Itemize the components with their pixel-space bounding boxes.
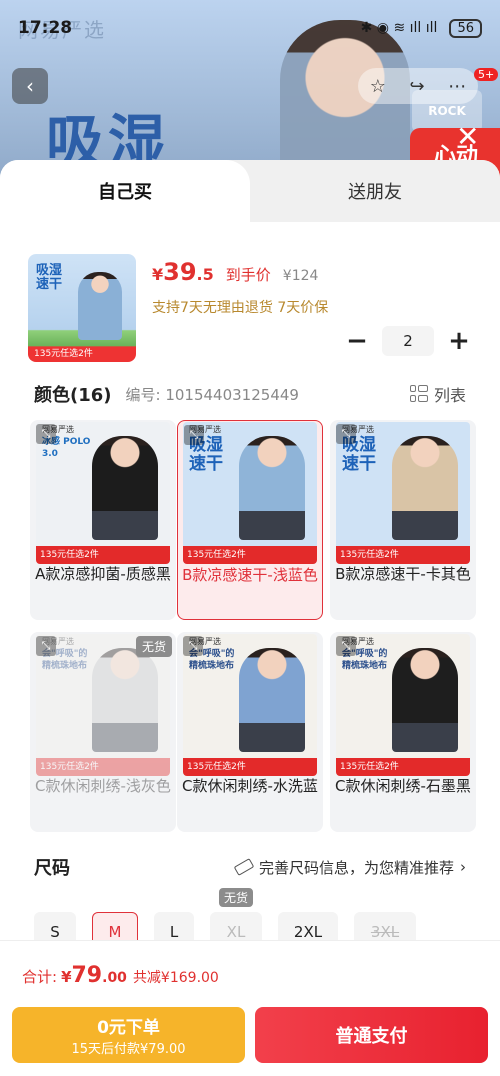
variant-promo-ribbon: 135元任选2件 (183, 546, 317, 564)
color-variant-grid: 网易严选 冰感 POLO 3.0 135元任选2件 ⤡ A款凉感抑菌-质感黑 网易严选 吸湿… (0, 416, 500, 834)
variant-model (92, 436, 158, 540)
minus-button[interactable]: − (342, 326, 372, 356)
size-header: 尺码 完善尺码信息，为您精准推荐 › (0, 842, 500, 892)
star-icon[interactable]: ☆ (370, 76, 386, 97)
total-discount: 共减¥169.00 (132, 970, 219, 986)
normal-pay-button[interactable]: 普通支付 (255, 1007, 488, 1063)
total-row: 合计: ¥79.00 共减¥169.00 (0, 941, 500, 1001)
variant-image: 网易严选 会"呼吸"的 精梳珠地布 135元任选2件 (183, 634, 317, 776)
variant-model (392, 648, 458, 752)
expand-icon[interactable]: ⤡ (184, 425, 204, 445)
size-recommend-link[interactable]: 完善尺码信息，为您精准推荐 › (233, 857, 466, 878)
variant-promo-ribbon: 135元任选2件 (336, 546, 470, 564)
variant-promo-ribbon: 135元任选2件 (36, 758, 170, 776)
color-variant-card[interactable]: 网易严选 吸湿 速干 135元任选2件 ⤡ B款凉感速干-浅蓝色 (177, 420, 323, 620)
size-option-label: M (108, 923, 122, 941)
variant-model (392, 436, 458, 540)
final-price-label: 到手价 (225, 266, 271, 284)
list-view-toggle[interactable]: 列表 (409, 382, 466, 406)
variant-promo-ribbon: 135元任选2件 (336, 758, 470, 776)
tab-gift-friend[interactable]: 送朋友 (250, 160, 500, 222)
product-summary: 吸湿速干 135元任选2件 ¥39.5 到手价 ¥124 支持7天无理由退货 7… (0, 222, 500, 372)
quantity-field[interactable]: 2 (382, 326, 434, 356)
expand-icon[interactable]: ⤡ (336, 636, 356, 656)
final-price: ¥39.5 (152, 258, 214, 286)
tab-buy-for-self[interactable]: 自己买 (0, 160, 250, 222)
variant-label: B款凉感速干-浅蓝色 (182, 566, 318, 584)
variant-model (92, 648, 158, 752)
variant-label: C款休闲刺绣-水洗蓝 (182, 777, 318, 795)
original-price: ¥124 (282, 268, 319, 284)
expand-icon[interactable]: ⤡ (36, 424, 56, 444)
thumbnail-text: 吸湿速干 (36, 263, 63, 292)
variant-model (239, 648, 305, 752)
status-bar: 17:28 ✱ ◉ ≋ ıll ıll 56 (0, 0, 500, 56)
total-price: ¥79.00 (61, 963, 127, 988)
variant-image: 网易严选 会"呼吸"的 精梳珠地布 135元任选2件 (336, 634, 470, 776)
size-option-label: 3XL (370, 923, 400, 941)
color-variant-card[interactable]: 网易严选 冰感 POLO 3.0 135元任选2件 ⤡ A款凉感抑菌-质感黑 (30, 420, 176, 620)
variant-model (239, 436, 305, 540)
plus-button[interactable]: + (444, 326, 474, 356)
expand-icon[interactable]: ⤡ (183, 636, 203, 656)
total-label: 合计: (22, 968, 58, 986)
variant-image: 网易严选 吸湿 速干 135元任选2件 (336, 422, 470, 564)
status-time: 17:28 (18, 18, 73, 38)
sku-number: 编号: 10154403125449 (125, 385, 299, 404)
expand-icon[interactable]: ⤡ (336, 424, 356, 444)
size-option-label: 2XL (293, 923, 323, 941)
ruler-icon (233, 858, 255, 876)
checkout-buttons: 0元下单 15天后付款¥79.00 普通支付 (0, 1001, 500, 1063)
checkout-bar: 合计: ¥79.00 共减¥169.00 0元下单 15天后付款¥79.00 普… (0, 940, 500, 1076)
variant-label: C款休闲刺绣-石墨黑 (335, 777, 471, 795)
pay-later-button[interactable]: 0元下单 15天后付款¥79.00 (12, 1007, 245, 1063)
thumbnail-model (78, 272, 122, 340)
color-variant-card[interactable]: 网易严选 吸湿 速干 135元任选2件 ⤡ B款凉感速干-卡其色 (330, 420, 476, 620)
product-thumbnail[interactable]: 吸湿速干 135元任选2件 (28, 254, 136, 362)
color-variant-card[interactable]: 网易严选 会"呼吸"的 精梳珠地布 135元任选2件 ⤡ C款休闲刺绣-水洗蓝 (177, 632, 323, 832)
chevron-right-icon: › (460, 858, 466, 876)
service-promise: 支持7天无理由退货 7天价保 (152, 300, 329, 316)
sold-out-badge: 无货 (135, 636, 172, 657)
variant-promo-ribbon: 135元任选2件 (36, 546, 170, 564)
cart-badge: 5+ (474, 68, 499, 81)
variant-label: B款凉感速干-卡其色 (335, 565, 471, 583)
back-button[interactable]: ‹ (12, 68, 48, 104)
size-option-label: S (50, 923, 60, 941)
expand-icon[interactable]: ⤡ (36, 636, 56, 656)
color-header: 颜色(16) 编号: 10154403125449 列表 (0, 372, 500, 416)
variant-image: 网易严选 冰感 POLO 3.0 135元任选2件 (36, 422, 170, 564)
thumbnail-footer: 135元任选2件 (34, 349, 93, 359)
color-title: 颜色(16) (34, 385, 112, 406)
size-title: 尺码 (34, 858, 70, 879)
chevron-left-icon: ‹ (26, 74, 34, 98)
color-variant-card[interactable]: 网易严选 会"呼吸"的 精梳珠地布 135元任选2件 ⤡ C款休闲刺绣-浅灰色 无货 (30, 632, 176, 832)
list-icon (409, 385, 428, 403)
purchase-tabs: 自己买 送朋友 (0, 160, 500, 222)
sold-out-badge: 无货 (218, 888, 254, 907)
size-option-label: XL (226, 923, 246, 941)
quantity-stepper: − 2 + (342, 326, 474, 356)
battery-icon: 56 (449, 18, 482, 38)
variant-label: A款凉感抑菌-质感黑 (35, 565, 171, 583)
status-icons: ✱ ◉ ≋ ıll ıll 56 (360, 18, 482, 38)
price-line: ¥39.5 到手价 ¥124 (152, 258, 318, 286)
variant-promo-ribbon: 135元任选2件 (183, 758, 317, 776)
signal-icon: ✱ ◉ ≋ ıll ıll (360, 20, 438, 36)
size-hint-text: 完善尺码信息，为您精准推荐 (258, 858, 454, 877)
pay-later-title: 0元下单 (97, 1018, 160, 1038)
close-icon[interactable]: ✕ (456, 120, 479, 153)
pay-later-subtitle: 15天后付款¥79.00 (71, 1042, 186, 1057)
color-variant-card[interactable]: 网易严选 会"呼吸"的 精梳珠地布 135元任选2件 ⤡ C款休闲刺绣-石墨黑 (330, 632, 476, 832)
list-view-label: 列表 (433, 386, 466, 405)
variant-label: C款休闲刺绣-浅灰色 (35, 777, 171, 795)
purchase-sheet: 自己买 送朋友 吸湿速干 135元任选2件 ¥39.5 到手价 ¥124 支持7… (0, 160, 500, 1076)
size-option-label: L (169, 923, 179, 941)
